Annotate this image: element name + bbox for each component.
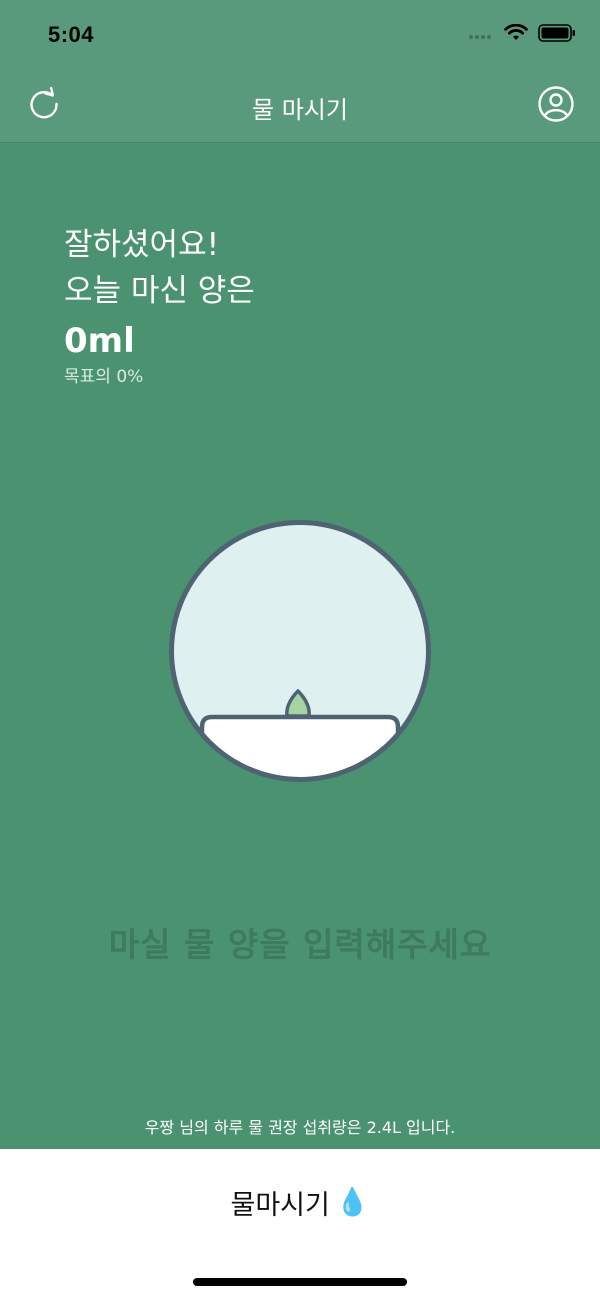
today-intake-label: 오늘 마신 양은	[64, 273, 255, 309]
water-drop-icon: 💧	[335, 1187, 370, 1218]
drink-water-button[interactable]: 물마시기 💧	[0, 1177, 600, 1227]
wifi-icon	[504, 23, 528, 46]
water-cup	[168, 519, 432, 783]
praise-text: 잘하셨어요!	[64, 227, 220, 263]
status-icons	[468, 23, 576, 46]
bottom-bar: 물마시기 💧	[0, 1149, 600, 1300]
goal-percent: 0%	[116, 367, 144, 387]
amount-input-prompt[interactable]: 마실 물 양을 입력해주세요	[0, 918, 600, 966]
goal-progress: 목표의 0%	[64, 366, 255, 388]
goal-label: 목표의	[64, 367, 111, 387]
profile-button[interactable]	[536, 86, 576, 126]
page-title: 물 마시기	[252, 96, 348, 124]
recommended-intake: 우짱 님의 하루 물 권장 섭취량은 2.4L 입니다.	[144, 1118, 456, 1137]
status-bar: 5:04	[0, 0, 600, 70]
nav-bar: 물 마시기	[0, 70, 600, 143]
home-indicator	[193, 1278, 407, 1286]
drink-button-label: 물마시기	[230, 1189, 330, 1221]
battery-icon	[538, 24, 576, 46]
signal-icon	[468, 26, 494, 45]
intake-summary: 잘하셨어요! 오늘 마신 양은 0ml 목표의 0%	[64, 222, 255, 388]
intake-amount: 0ml	[64, 321, 135, 361]
status-time: 5:04	[48, 22, 95, 47]
profile-icon	[537, 85, 575, 127]
